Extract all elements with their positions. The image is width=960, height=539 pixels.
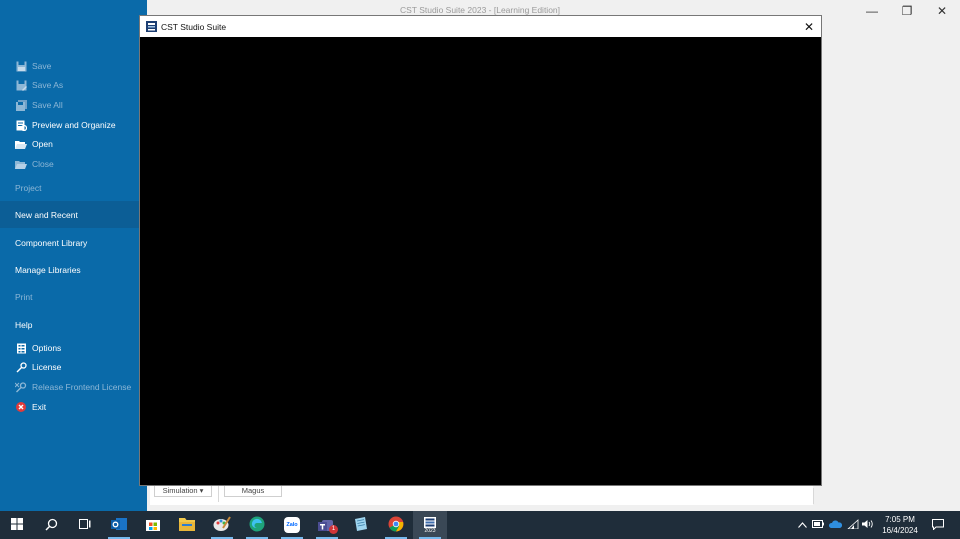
sidebar-section-label: Print <box>15 291 33 302</box>
save-all-icon <box>15 99 27 111</box>
chrome-icon <box>388 516 404 534</box>
outlook-icon <box>111 516 127 534</box>
taskbar-file-explorer[interactable] <box>170 511 204 539</box>
dialog-title-bar: CST Studio Suite ✕ <box>140 16 821 37</box>
cst-dialog: CST Studio Suite ✕ <box>139 15 822 486</box>
sidebar-item-close[interactable]: Close <box>0 154 147 174</box>
notification-center-button[interactable] <box>928 511 948 539</box>
options-icon <box>15 342 27 354</box>
backstage-sidebar: Save Save As Save All Preview and Organi… <box>0 0 147 511</box>
release-license-icon <box>15 381 27 393</box>
close-icon: ✕ <box>803 19 815 34</box>
cst-app-icon <box>146 21 157 32</box>
dialog-close-button[interactable]: ✕ <box>797 16 821 37</box>
license-key-icon <box>15 361 27 373</box>
sidebar-item-open[interactable]: Open <box>0 134 147 154</box>
store-icon <box>145 516 161 534</box>
sidebar-section-label: Project <box>15 182 42 193</box>
taskbar-teams[interactable]: 1 <box>310 511 344 539</box>
notepad-icon <box>353 516 369 534</box>
taskbar-notepad[interactable] <box>344 511 378 539</box>
save-as-icon <box>15 79 27 91</box>
search-button[interactable] <box>34 511 68 539</box>
open-folder-icon <box>15 138 27 150</box>
start-button[interactable] <box>0 511 34 539</box>
sidebar-item-label: Release Frontend License <box>32 382 132 392</box>
taskbar-cst-studio[interactable]: 2023 <box>413 511 447 539</box>
tray-battery[interactable] <box>811 511 825 539</box>
notification-icon <box>932 518 944 532</box>
paint-icon <box>213 516 231 534</box>
sidebar-item-label: Preview and Organize <box>32 120 116 130</box>
cst-studio-icon: 2023 <box>424 516 436 534</box>
sidebar-section-new-and-recent[interactable]: New and Recent <box>0 201 147 228</box>
sidebar-item-license[interactable]: License <box>0 357 147 377</box>
tray-network[interactable] <box>846 511 860 539</box>
sidebar-section-label: New and Recent <box>15 209 78 220</box>
cst-version-label: 2023 <box>424 527 436 534</box>
show-hidden-icons-button[interactable] <box>795 511 809 539</box>
sidebar-item-save-all[interactable]: Save All <box>0 95 147 115</box>
tray-onedrive[interactable] <box>828 511 842 539</box>
sidebar-section-component-library[interactable]: Component Library <box>0 229 147 256</box>
zalo-label: Zalo <box>286 522 298 528</box>
sidebar-section-help[interactable]: Help <box>0 311 147 338</box>
edge-icon <box>249 516 265 534</box>
close-window-button[interactable]: ✕ <box>925 0 959 22</box>
start-icon <box>11 518 23 532</box>
sidebar-item-label: Options <box>32 343 62 353</box>
restore-icon: ❐ <box>901 4 913 18</box>
teams-icon: 1 <box>318 517 338 534</box>
close-icon: ✕ <box>936 4 948 18</box>
clock-time: 7:05 PM <box>885 515 915 524</box>
task-view-button[interactable] <box>68 511 102 539</box>
close-folder-icon <box>15 158 27 170</box>
sidebar-item-label: Exit <box>32 402 47 412</box>
taskbar-outlook[interactable] <box>102 511 136 539</box>
search-icon <box>44 518 58 533</box>
task-view-icon <box>78 518 92 532</box>
windows-taskbar: Zalo 1 2023 7:05 PM 16/4/2024 <box>0 511 960 539</box>
sidebar-section-label: Component Library <box>15 237 88 248</box>
sidebar-item-release-license[interactable]: Release Frontend License <box>0 377 147 397</box>
save-icon <box>15 60 27 72</box>
zalo-icon: Zalo <box>284 517 300 533</box>
taskbar-zalo[interactable]: Zalo <box>275 511 309 539</box>
exit-icon <box>15 401 27 413</box>
sidebar-item-label: Save As <box>32 80 64 90</box>
sidebar-section-label: Manage Libraries <box>15 264 81 275</box>
battery-icon <box>812 520 824 530</box>
divider <box>813 488 814 504</box>
onedrive-icon <box>828 520 842 530</box>
file-explorer-icon <box>179 517 195 533</box>
clock-date: 16/4/2024 <box>882 526 918 535</box>
sidebar-item-options[interactable]: Options <box>0 338 147 358</box>
wifi-icon <box>846 519 859 531</box>
teams-badge: 1 <box>329 525 338 534</box>
minimize-icon: — <box>866 4 878 18</box>
dialog-title: CST Studio Suite <box>161 21 227 32</box>
preview-organize-icon <box>15 119 27 131</box>
sidebar-section-manage-libraries[interactable]: Manage Libraries <box>0 256 147 283</box>
sidebar-item-label: Open <box>32 139 53 149</box>
sidebar-item-save[interactable]: Save <box>0 56 147 76</box>
sidebar-item-label: License <box>32 362 62 372</box>
taskbar-chrome[interactable] <box>379 511 413 539</box>
taskbar-store[interactable] <box>136 511 170 539</box>
sidebar-item-exit[interactable]: Exit <box>0 397 147 417</box>
taskbar-clock[interactable]: 7:05 PM 16/4/2024 <box>873 511 927 539</box>
taskbar-edge[interactable] <box>240 511 274 539</box>
sidebar-item-preview-organize[interactable]: Preview and Organize <box>0 115 147 135</box>
sidebar-item-label: Save All <box>32 100 63 110</box>
sidebar-section-print[interactable]: Print <box>0 283 147 310</box>
sidebar-item-label: Close <box>32 159 54 169</box>
restore-button[interactable]: ❐ <box>890 0 924 22</box>
sidebar-section-project[interactable]: Project <box>0 174 147 201</box>
sidebar-item-label: Save <box>32 61 52 71</box>
sidebar-section-label: Help <box>15 319 33 330</box>
chevron-up-icon <box>797 520 807 530</box>
sidebar-item-save-as[interactable]: Save As <box>0 75 147 95</box>
minimize-button[interactable]: — <box>855 0 889 22</box>
taskbar-paint[interactable] <box>205 511 239 539</box>
